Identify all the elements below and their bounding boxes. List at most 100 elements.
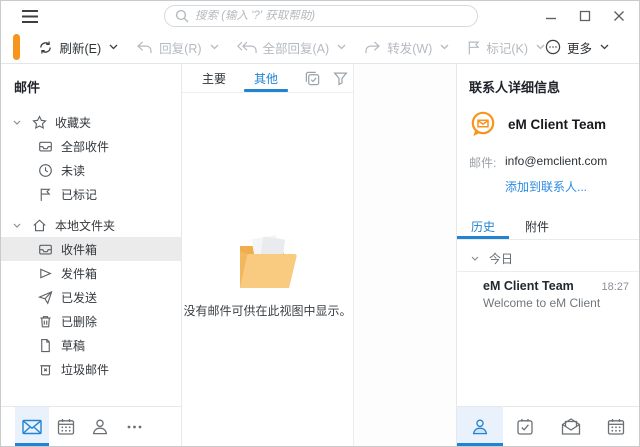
message-list-panel: 主要 其他 [182,64,354,446]
chevron-down-icon[interactable] [471,256,479,261]
star-icon [31,115,47,130]
menu-hamburger-icon[interactable] [21,9,39,24]
contact-email-row: 邮件: info@emclient.com [469,154,639,171]
chevron-down-icon[interactable] [109,44,118,50]
tab-history[interactable]: 历史 [469,213,497,239]
sidebar-item-sent[interactable]: 已发送 [1,285,181,309]
tab-attachments[interactable]: 附件 [523,213,551,239]
rnav-contact-details-tab[interactable] [457,407,503,446]
forward-button[interactable]: 转发(W) [364,38,449,57]
flag-icon [37,187,53,202]
calendar-icon [607,418,625,436]
titlebar [1,1,639,31]
refresh-button[interactable]: 刷新(E) [38,38,118,57]
sidebar-item-trash[interactable]: 已删除 [1,309,181,333]
chevron-down-icon[interactable] [536,44,545,50]
tab-other-label: 其他 [254,70,278,87]
reply-all-button-label: 全部回复(A) [263,38,330,57]
search-box[interactable] [164,5,478,27]
sidebar-item-label: 已发送 [61,289,97,306]
more-ellipsis-icon [545,39,561,55]
email-value: info@emclient.com [505,154,607,171]
sidebar-item-label: 本地文件夹 [55,217,115,234]
chevron-down-icon[interactable] [600,44,609,50]
rnav-calendar-tab[interactable] [594,407,640,446]
sidebar-group-local-folders[interactable]: 本地文件夹 [1,213,181,237]
tab-primary[interactable]: 主要 [188,64,240,92]
more-button[interactable]: 更多 [545,38,609,57]
ellipsis-icon [127,425,142,429]
chevron-down-icon[interactable] [440,44,449,50]
email-label: 邮件: [469,154,505,171]
sidebar-item-inbox[interactable]: 收件箱 [1,237,181,261]
sidebar-item-outbox[interactable]: 发件箱 [1,261,181,285]
mail-envelope-icon [22,419,42,435]
chevron-down-icon[interactable] [210,44,219,50]
sidebar-item-all-inboxes[interactable]: 全部收件 [1,134,181,158]
nav-contacts-tab[interactable] [83,407,117,446]
contact-name: eM Client Team [508,117,606,132]
message-list-tabbar: 主要 其他 [182,64,353,93]
sidebar-item-label: 发件箱 [61,265,97,282]
contact-panel-title: 联系人详细信息 [469,77,639,96]
tab-attachments-label: 附件 [525,218,549,235]
clock-icon [37,163,53,178]
empty-state: 没有邮件可供在此视图中显示。 [182,233,353,319]
folder-sidebar: 邮件 收藏夹 全部收件 未读 [1,64,182,446]
flag-button[interactable]: 标记(K) [467,38,545,57]
add-to-contacts-link[interactable]: 添加到联系人... [505,178,639,195]
reply-all-icon [237,41,257,54]
new-button[interactable]: 新建(N) [13,34,20,60]
close-icon[interactable] [613,10,625,22]
chevron-down-icon[interactable] [13,120,23,125]
search-input[interactable] [195,10,467,22]
nav-more-tab[interactable] [117,407,151,446]
forward-button-label: 转发(W) [387,38,432,57]
history-item-sender: eM Client Team [483,279,593,293]
contact-tabs: 历史 附件 [469,213,639,239]
minimize-icon[interactable] [545,10,557,22]
history-item[interactable]: eM Client Team 18:27 Welcome to eM Clien… [457,272,639,310]
history-item-subject: Welcome to eM Client [483,296,629,310]
rnav-tasks-tab[interactable] [503,407,549,446]
main-area: 邮件 收藏夹 全部收件 未读 [1,64,639,446]
sidebar-group-favorites[interactable]: 收藏夹 [1,110,181,134]
select-messages-icon[interactable] [304,70,321,87]
flag-icon [467,40,480,55]
contact-detail-panel: 联系人详细信息 eM Client Team 邮件: info@e [457,64,639,446]
sidebar-item-flagged[interactable]: 已标记 [1,182,181,206]
history-group-today[interactable]: 今日 [457,246,639,272]
sidebar-item-label: 未读 [61,162,85,179]
chevron-down-icon[interactable] [337,44,346,50]
reply-button[interactable]: 回复(R) [136,38,218,57]
window-controls [545,1,625,31]
inbox-tray-icon [37,242,53,257]
sidebar-item-label: 全部收件 [61,138,109,155]
sidebar-item-junk[interactable]: 垃圾邮件 [1,357,181,381]
inbox-tray-icon [37,139,53,154]
toolbar: 新建(N) 刷新(E) 回复(R) [1,31,639,64]
calendar-icon [57,418,75,436]
sidebar-item-drafts[interactable]: 草稿 [1,333,181,357]
sidebar-item-unread[interactable]: 未读 [1,158,181,182]
maximize-icon[interactable] [579,10,591,22]
tab-other[interactable]: 其他 [240,64,292,92]
sidebar-item-label: 垃圾邮件 [61,361,109,378]
history-group-label: 今日 [489,250,513,267]
sidebar-item-label: 已标记 [61,186,97,203]
reply-all-button[interactable]: 全部回复(A) [237,38,347,57]
rnav-mail-tab[interactable] [548,407,594,446]
junk-box-icon [37,362,53,377]
empty-state-text: 没有邮件可供在此视图中显示。 [182,302,353,319]
tasks-check-icon [516,418,534,436]
emclient-logo-icon [469,110,497,138]
chevron-down-icon[interactable] [13,223,23,228]
filter-funnel-icon[interactable] [333,71,348,86]
search-icon [175,9,189,23]
nav-calendar-tab[interactable] [49,407,83,446]
tab-history-label: 历史 [471,218,495,235]
home-icon [31,218,47,233]
nav-mail-tab[interactable] [15,407,49,446]
tab-primary-label: 主要 [202,70,226,87]
refresh-icon [38,40,53,55]
